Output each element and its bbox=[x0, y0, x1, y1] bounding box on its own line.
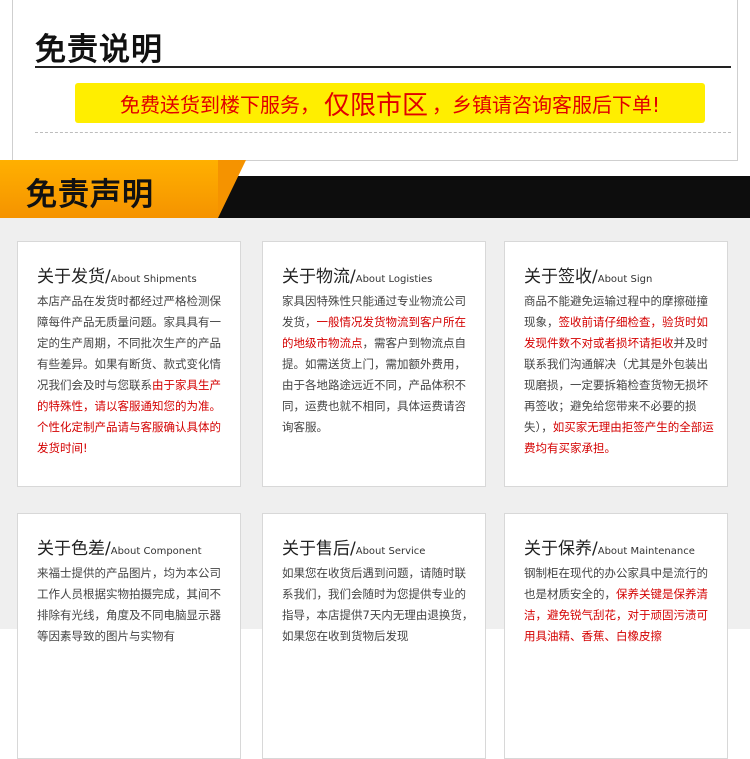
card-subtitle: About Service bbox=[355, 546, 426, 557]
card-subtitle: About Sign bbox=[597, 274, 653, 285]
delivery-notice-banner: 免费送货到楼下服务， 仅限市区 ，乡镇请咨询客服后下单! bbox=[75, 83, 705, 123]
title-divider bbox=[35, 66, 731, 68]
card-logistics: 关于物流/About Logisties 家具因特殊性只能通过专业物流公司发货，… bbox=[262, 241, 486, 487]
card-text: 如果您在收货后遇到问题，请随时联系我们，我们会随时为您提供专业的指导，本店提供7… bbox=[282, 563, 475, 647]
card-text-normal: 来福士提供的产品图片，均为本公司工作人员根据实物拍摄完成，其间不排除有光线，角度… bbox=[37, 566, 221, 643]
card-text: 来福士提供的产品图片，均为本公司工作人员根据实物拍摄完成，其间不排除有光线，角度… bbox=[37, 563, 230, 647]
dashed-divider bbox=[35, 132, 731, 133]
notice-text-part1: 免费送货到楼下服务， bbox=[119, 92, 320, 117]
card-heading: 关于色差/About Component bbox=[37, 539, 202, 559]
banner-black-bar bbox=[205, 176, 750, 218]
page-title: 免责说明 bbox=[35, 32, 163, 68]
card-text-highlight: 如买家无理由拒签产生的全部运费均有买家承担。 bbox=[524, 420, 714, 455]
card-subtitle: About Maintenance bbox=[597, 546, 695, 557]
card-heading: 关于售后/About Service bbox=[282, 539, 426, 559]
card-heading: 关于物流/About Logisties bbox=[282, 267, 433, 287]
banner-title: 免责声明 bbox=[26, 177, 154, 213]
card-title: 关于签收 bbox=[524, 267, 592, 287]
notice-text-highlight: 仅限市区 bbox=[323, 90, 428, 121]
card-subtitle: About Logisties bbox=[355, 274, 433, 285]
card-subtitle: About Shipments bbox=[110, 274, 197, 285]
card-shipments: 关于发货/About Shipments 本店产品在发货时都经过严格检测保障每件… bbox=[17, 241, 241, 487]
card-text: 钢制柜在现代的办公家具中是流行的也是材质安全的，保养关键是保养清洁，避免锐气刮花… bbox=[524, 563, 717, 647]
card-text-normal: 如果您在收货后遇到问题，请随时联系我们，我们会随时为您提供专业的指导，本店提供7… bbox=[282, 566, 474, 643]
card-heading: 关于保养/About Maintenance bbox=[524, 539, 695, 559]
card-title: 关于物流 bbox=[282, 267, 350, 287]
card-text: 商品不能避免运输过程中的摩擦碰撞现象，签收前请仔细检查，验货时如发现件数不对或者… bbox=[524, 291, 717, 459]
shipping-disclaimer-panel: 免责说明 免费送货到楼下服务， 仅限市区 ，乡镇请咨询客服后下单! bbox=[12, 0, 738, 161]
disclaimer-banner: 免责声明 bbox=[0, 160, 750, 218]
card-heading: 关于发货/About Shipments bbox=[37, 267, 197, 287]
card-title: 关于发货 bbox=[37, 267, 105, 287]
card-text-normal: ，需客户到物流点自提。如需送货上门，需加额外费用，由于各地路途远近不同，产品体积… bbox=[282, 336, 466, 434]
card-title: 关于售后 bbox=[282, 539, 350, 559]
disclaimer-cards-section: 关于发货/About Shipments 本店产品在发货时都经过严格检测保障每件… bbox=[0, 218, 750, 759]
card-title: 关于保养 bbox=[524, 539, 592, 559]
card-color-difference: 关于色差/About Component 来福士提供的产品图片，均为本公司工作人… bbox=[17, 513, 241, 759]
card-title: 关于色差 bbox=[37, 539, 105, 559]
notice-text-part3: ，乡镇请咨询客服后下单! bbox=[431, 92, 661, 117]
card-text: 本店产品在发货时都经过严格检测保障每件产品无质量问题。家具具有一定的生产周期，不… bbox=[37, 291, 230, 459]
card-sign: 关于签收/About Sign 商品不能避免运输过程中的摩擦碰撞现象，签收前请仔… bbox=[504, 241, 728, 487]
card-heading: 关于签收/About Sign bbox=[524, 267, 653, 287]
card-maintenance: 关于保养/About Maintenance 钢制柜在现代的办公家具中是流行的也… bbox=[504, 513, 728, 759]
card-text: 家具因特殊性只能通过专业物流公司发货，一般情况发货物流到客户所在的地级市物流点，… bbox=[282, 291, 475, 438]
card-after-sales: 关于售后/About Service 如果您在收货后遇到问题，请随时联系我们，我… bbox=[262, 513, 486, 759]
banner-orange-slant bbox=[218, 160, 246, 218]
card-subtitle: About Component bbox=[110, 546, 202, 557]
